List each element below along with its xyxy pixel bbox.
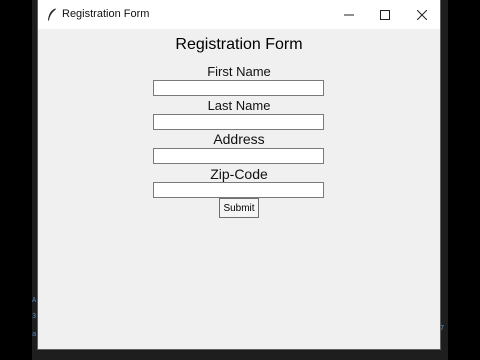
zip-code-label: Zip-Code bbox=[210, 166, 268, 182]
title-bar[interactable]: Registration Form bbox=[38, 0, 440, 29]
last-name-label: Last Name bbox=[207, 98, 271, 113]
maximize-button[interactable] bbox=[367, 0, 403, 29]
close-button[interactable] bbox=[404, 0, 440, 29]
address-label: Address bbox=[213, 131, 265, 147]
address-field[interactable] bbox=[153, 148, 324, 164]
minimize-button[interactable] bbox=[331, 0, 367, 29]
close-icon bbox=[417, 9, 427, 20]
submit-button[interactable]: Submit bbox=[219, 198, 259, 218]
first-name-field[interactable] bbox=[153, 80, 324, 96]
window-title: Registration Form bbox=[62, 8, 150, 20]
last-name-field[interactable] bbox=[153, 114, 324, 130]
minimize-icon bbox=[344, 14, 354, 15]
maximize-icon bbox=[380, 9, 390, 20]
feather-icon bbox=[48, 8, 56, 21]
registration-window: Registration Form Registration Form Firs… bbox=[37, 0, 441, 350]
background-glyph: A bbox=[32, 296, 37, 304]
form-heading: Registration Form bbox=[175, 36, 303, 53]
background-glyph: 3 bbox=[32, 312, 37, 320]
background-glyph: a bbox=[32, 330, 37, 338]
zip-code-field[interactable] bbox=[153, 182, 324, 198]
first-name-label: First Name bbox=[207, 64, 271, 79]
